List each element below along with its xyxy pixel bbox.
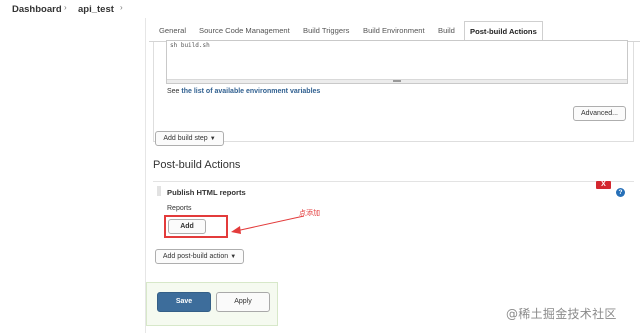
breadcrumb-job[interactable]: api_test (78, 4, 114, 15)
breadcrumb: Dashboard › api_test › (0, 0, 640, 18)
delete-action-button[interactable]: X (596, 181, 611, 189)
env-vars-hint: See the list of available environment va… (167, 88, 320, 95)
add-post-build-action-button[interactable]: Add post-build action ▼ (155, 249, 244, 264)
annotation-arrow (231, 215, 305, 234)
breadcrumb-dashboard[interactable]: Dashboard (12, 4, 62, 15)
watermark: @稀土掘金技术社区 (506, 307, 617, 321)
help-icon[interactable]: ? (616, 188, 625, 197)
config-tabs: General Source Code Management Build Tri… (149, 20, 640, 43)
shell-command-editor[interactable]: sh build.sh (166, 40, 628, 84)
annotation-text: 点添加 (299, 210, 320, 217)
add-build-step-label: Add build step (163, 135, 208, 142)
hint-prefix: See (167, 88, 180, 95)
shell-command-text: sh build.sh (170, 42, 210, 49)
breadcrumb-separator: › (120, 3, 123, 12)
advanced-button[interactable]: Advanced... (573, 106, 626, 121)
jenkins-config-page: Dashboard › api_test › General Source Co… (0, 0, 640, 333)
action-name: Publish HTML reports (167, 188, 246, 197)
drag-handle-icon[interactable] (157, 186, 161, 196)
add-post-build-action-label: Add post-build action (162, 253, 229, 260)
section-title-post-build: Post-build Actions (153, 159, 241, 171)
add-build-step-button[interactable]: Add build step ▼ (155, 131, 224, 146)
breadcrumb-separator: › (64, 3, 67, 12)
apply-button[interactable]: Apply (216, 292, 270, 312)
add-report-button[interactable]: Add (168, 219, 206, 234)
tab-build-triggers[interactable]: Build Triggers (298, 22, 354, 42)
caret-down-icon: ▼ (209, 136, 216, 142)
caret-down-icon: ▼ (230, 254, 237, 260)
save-button[interactable]: Save (157, 292, 211, 312)
reports-label: Reports (167, 205, 192, 212)
tab-source-code-management[interactable]: Source Code Management (194, 22, 295, 42)
editor-resize-handle[interactable] (167, 79, 627, 83)
env-vars-link[interactable]: the list of available environment variab… (181, 88, 320, 95)
tab-general[interactable]: General (154, 22, 191, 42)
tab-build[interactable]: Build (433, 22, 460, 42)
tab-build-environment[interactable]: Build Environment (358, 22, 430, 42)
grip-icon (393, 80, 401, 82)
